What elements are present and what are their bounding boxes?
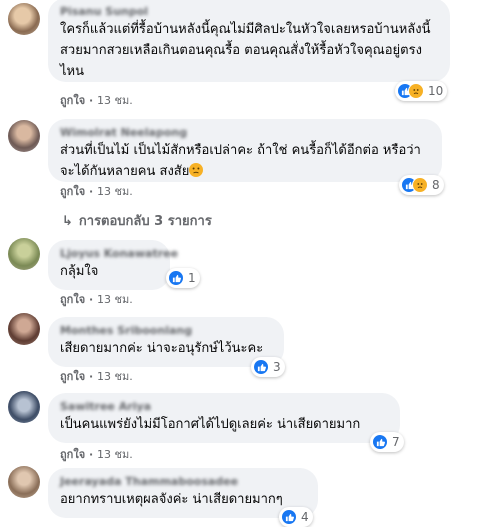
timestamp[interactable]: 13 ชม. — [97, 370, 133, 383]
reaction-summary[interactable]: 3 — [251, 357, 285, 377]
avatar[interactable] — [8, 391, 40, 423]
avatar[interactable] — [8, 238, 40, 270]
reaction-summary[interactable]: 10 — [395, 81, 448, 101]
comment-author[interactable]: Pisanu Sunpol — [60, 5, 438, 19]
like-icon — [281, 509, 297, 525]
reaction-summary[interactable]: 1 — [166, 268, 200, 288]
avatar[interactable] — [8, 466, 40, 498]
comment-author[interactable]: Monthes Sriboonlang — [60, 324, 272, 338]
avatar[interactable] — [8, 3, 40, 35]
comment-author[interactable]: Wimolrat Neelapong — [60, 126, 430, 140]
reaction-summary[interactable]: 7 — [370, 432, 404, 452]
timestamp[interactable]: 13 ชม. — [97, 293, 133, 306]
like-icon — [168, 270, 184, 286]
like-link[interactable]: ถูกใจ — [60, 370, 85, 383]
comment-author[interactable]: Sawitree Ariya — [60, 400, 388, 414]
comment-meta: ถูกใจ · 13 ชม. — [60, 448, 133, 461]
view-replies-link[interactable]: ↳ การตอบกลับ 3 รายการ — [62, 210, 212, 231]
comment-text: ส่วนที่เป็นไม้ เป็นไม้สักหรือเปล่าคะ ถ้า… — [60, 140, 430, 182]
reaction-count: 1 — [188, 271, 196, 285]
comment-bubble: Monthes Sriboonlang เสียดายมากค่ะ น่าจะอ… — [48, 317, 284, 367]
confused-emoji-icon — [189, 163, 204, 177]
comment-meta: ถูกใจ · 13 ชม. — [60, 185, 133, 198]
comment-text: กลุ้มใจ — [60, 264, 99, 279]
avatar[interactable] — [8, 120, 40, 152]
reply-arrow-icon: ↳ — [62, 214, 73, 229]
comment-text-body: ส่วนที่เป็นไม้ เป็นไม้สักหรือเปล่าคะ ถ้า… — [60, 143, 421, 179]
timestamp[interactable]: 13 ชม. — [97, 185, 133, 198]
sad-icon — [412, 177, 428, 193]
comment-bubble: Wimolrat Neelapong ส่วนที่เป็นไม้ เป็นไม… — [48, 119, 442, 182]
comment-text: เป็นคนแพร่ยังไม่มีโอกาศได้ไปดูเลยค่ะ น่า… — [60, 417, 361, 432]
comment-meta: ถูกใจ · 13 ชม. — [60, 94, 133, 107]
comment-text: ใครก็แล้วแต่ที่รื้อบ้านหลังนี้คุณไม่มีศิ… — [60, 22, 431, 79]
comment-bubble: Pisanu Sunpol ใครก็แล้วแต่ที่รื้อบ้านหลั… — [48, 0, 450, 82]
like-link[interactable]: ถูกใจ — [60, 448, 85, 461]
comment-meta: ถูกใจ · 13 ชม. — [60, 370, 133, 383]
comment-bubble: Sawitree Ariya เป็นคนแพร่ยังไม่มีโอกาศได… — [48, 393, 400, 443]
reaction-summary[interactable]: 4 — [279, 507, 313, 527]
comment-text: เสียดายมากค่ะ น่าจะอนุรักษ์ไว้นะคะ — [60, 341, 264, 356]
timestamp[interactable]: 13 ชม. — [97, 94, 133, 107]
comment-author[interactable]: Ljoyus Konawatree — [60, 247, 178, 261]
comment-bubble: Ljoyus Konawatree กลุ้มใจ — [48, 240, 178, 290]
reaction-count: 4 — [301, 510, 309, 524]
sad-icon — [408, 83, 424, 99]
reaction-count: 3 — [273, 360, 281, 374]
reaction-count: 7 — [392, 435, 400, 449]
like-link[interactable]: ถูกใจ — [60, 94, 85, 107]
reaction-count: 8 — [432, 178, 440, 192]
comment-text: อยากทราบเหตุผลจังค่ะ น่าเสียดายมากๆ — [60, 492, 283, 507]
view-replies-label: การตอบกลับ 3 รายการ — [78, 214, 212, 229]
like-link[interactable]: ถูกใจ — [60, 185, 85, 198]
comment-author[interactable]: Jeerayada Thammaboosadee — [60, 475, 306, 489]
comment-bubble: Jeerayada Thammaboosadee อยากทราบเหตุผลจ… — [48, 468, 318, 518]
reaction-summary[interactable]: 8 — [399, 175, 444, 195]
like-link[interactable]: ถูกใจ — [60, 293, 85, 306]
like-icon — [253, 359, 269, 375]
reaction-count: 10 — [428, 84, 444, 98]
timestamp[interactable]: 13 ชม. — [97, 448, 133, 461]
avatar[interactable] — [8, 313, 40, 345]
comment-meta: ถูกใจ · 13 ชม. — [60, 293, 133, 306]
like-icon — [372, 434, 388, 450]
